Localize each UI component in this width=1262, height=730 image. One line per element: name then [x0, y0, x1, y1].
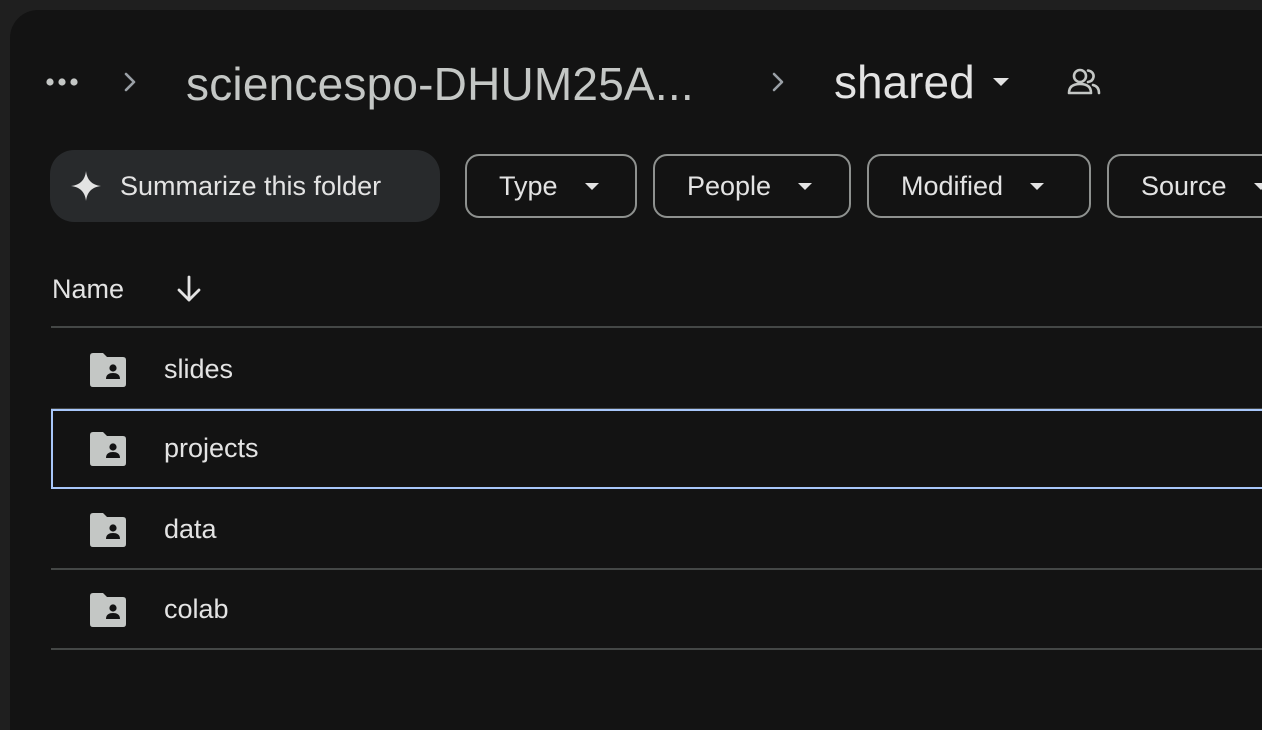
modified-filter-chip[interactable]: Modified: [867, 154, 1091, 218]
arrow-drop-down-icon: [1253, 183, 1262, 190]
file-name: projects: [164, 433, 259, 463]
chevron-right-icon: [124, 72, 136, 92]
file-name: slides: [164, 354, 234, 384]
arrow-downward-icon[interactable]: [172, 272, 206, 306]
breadcrumb: sciencespo-DHUM25A... shared: [10, 52, 1262, 112]
filter-label: Modified: [901, 170, 1004, 201]
breadcrumb-parent-folder[interactable]: sciencespo-DHUM25A...: [186, 57, 694, 111]
chevron-right-icon: [772, 72, 784, 92]
filter-label: People: [687, 170, 772, 201]
arrow-drop-down-icon: [584, 183, 599, 190]
list-header: Name: [51, 250, 1262, 328]
list-item-selected[interactable]: projects: [51, 409, 1262, 489]
list-item[interactable]: data: [51, 490, 1262, 570]
breadcrumb-current-folder[interactable]: shared: [834, 52, 1013, 112]
filter-label: Type: [499, 170, 558, 201]
drive-file-panel: sciencespo-DHUM25A... shared Summarize t…: [10, 10, 1262, 730]
more-horiz-icon[interactable]: [40, 64, 84, 100]
type-filter-chip[interactable]: Type: [465, 154, 637, 218]
filter-label: Source: [1141, 170, 1227, 201]
people-icon[interactable]: [1066, 66, 1102, 98]
file-name: data: [164, 514, 217, 544]
current-folder-label: shared: [834, 56, 975, 108]
list-item[interactable]: slides: [51, 330, 1262, 410]
arrow-drop-down-icon: [1030, 183, 1045, 190]
shared-folder-icon: [90, 513, 126, 547]
filter-toolbar: Summarize this folder Type People Modifi…: [50, 150, 1262, 222]
sparkle-icon: [71, 171, 101, 201]
arrow-drop-down-icon: [798, 183, 813, 190]
shared-folder-icon: [90, 593, 126, 627]
list-item[interactable]: colab: [51, 570, 1262, 650]
people-filter-chip[interactable]: People: [653, 154, 851, 218]
summarize-folder-button[interactable]: Summarize this folder: [50, 150, 440, 222]
source-filter-chip[interactable]: Source: [1107, 154, 1262, 218]
arrow-drop-down-icon: [992, 78, 1009, 86]
name-column-header[interactable]: Name: [52, 274, 124, 305]
shared-folder-icon: [90, 353, 126, 387]
shared-folder-icon: [90, 432, 126, 466]
file-name: colab: [164, 594, 229, 624]
summarize-label: Summarize this folder: [120, 170, 382, 201]
